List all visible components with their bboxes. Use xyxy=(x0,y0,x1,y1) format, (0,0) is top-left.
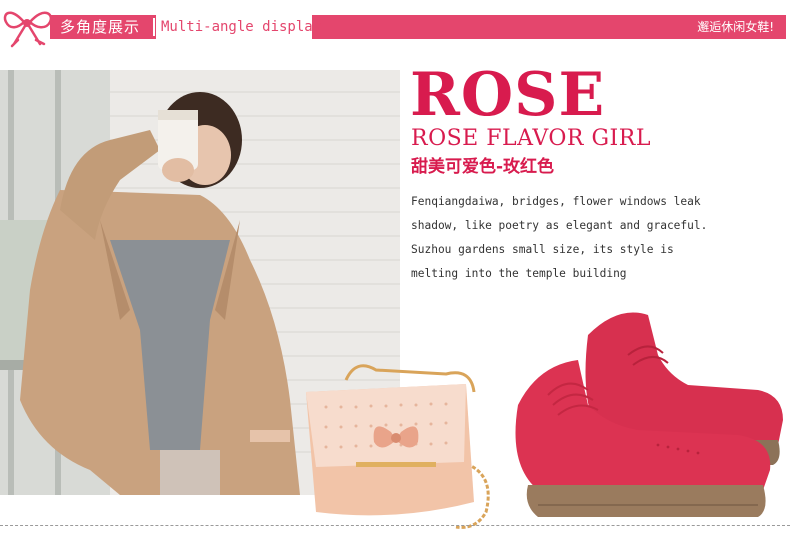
description-line: Suzhou gardens small size, its style is xyxy=(411,243,674,256)
product-description: Fenqiangdaiwa, bridges, flower windows l… xyxy=(411,190,781,286)
banner-title-en: Multi-angle display xyxy=(161,19,322,35)
product-title: ROSE xyxy=(410,60,606,130)
bottom-divider xyxy=(0,525,790,526)
banner-title-cn: 多角度展示 xyxy=(60,18,141,36)
banner-slogan: 邂逅休闲女鞋! xyxy=(697,20,774,34)
shoes-image xyxy=(515,312,783,517)
header-banner: 多角度展示 Multi-angle display 邂逅休闲女鞋! xyxy=(0,0,790,48)
description-line: melting into the temple building xyxy=(411,267,627,280)
description-line: shadow, like poetry as elegant and grace… xyxy=(411,219,708,232)
bow-icon xyxy=(3,11,53,48)
banner-divider xyxy=(153,18,155,36)
description-line: Fenqiangdaiwa, bridges, flower windows l… xyxy=(411,195,701,208)
product-color-name: 甜美可爱色-玫红色 xyxy=(411,157,555,177)
handbag-image xyxy=(306,364,490,529)
product-subtitle: ROSE FLAVOR GIRL xyxy=(411,126,651,151)
